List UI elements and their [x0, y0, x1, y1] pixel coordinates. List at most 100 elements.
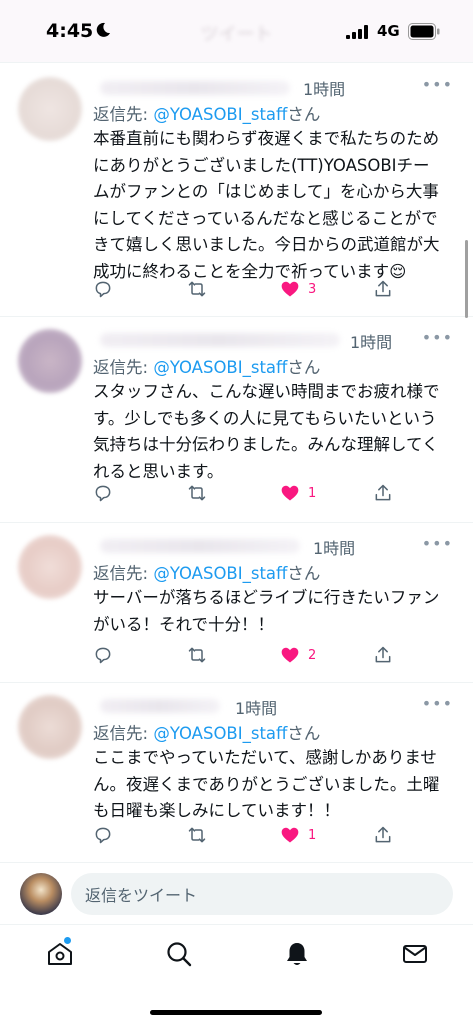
retweet-icon: [188, 281, 206, 297]
tab-home[interactable]: [46, 937, 74, 968]
heart-filled-icon: [281, 485, 299, 501]
like-count: 2: [308, 647, 317, 663]
reply-button[interactable]: [93, 645, 113, 665]
reply-text: スタッフさん、こんな遅い時間までお疲れ様で す。少しでも多くの人に見てもらいたい…: [93, 379, 455, 485]
reply-button[interactable]: [93, 279, 113, 299]
tab-search[interactable]: [165, 940, 193, 968]
reply-to-suffix: さん: [287, 564, 321, 583]
tab-notifications[interactable]: [283, 940, 311, 968]
share-button[interactable]: [373, 279, 393, 299]
action-bar: 2: [93, 645, 393, 669]
reply-to-handle[interactable]: @YOASOBI_staff: [153, 358, 287, 377]
reply-icon: [95, 485, 111, 502]
text-line: れると思います。: [93, 461, 224, 481]
text-line: 気持ちは十分伝わりました。みんな理解してく: [93, 435, 439, 454]
reply-button[interactable]: [93, 483, 113, 503]
reply-to-prefix: 返信先:: [93, 358, 154, 377]
share-icon: [375, 484, 391, 501]
text-line: サーバーが落ちるほどライブに行きたいファン: [93, 588, 440, 607]
share-button[interactable]: [373, 483, 393, 503]
reply-item[interactable]: 1時間 ••• 返信先: @YOASOBI_staffさん 本番直前にも関わらず…: [0, 62, 473, 316]
tab-bar: [0, 924, 473, 1024]
reply-to-suffix: さん: [287, 105, 321, 124]
reply-button[interactable]: [93, 825, 113, 845]
text-line: スタッフさん、こんな遅い時間までお疲れ様で: [93, 382, 440, 401]
reply-to-prefix: 返信先:: [93, 564, 154, 583]
more-icon[interactable]: •••: [422, 328, 453, 347]
display-name-redacted: [100, 81, 290, 95]
reply-list: 1時間 ••• 返信先: @YOASOBI_staffさん 本番直前にも関わらず…: [0, 62, 473, 862]
reply-input[interactable]: 返信をツイート: [71, 873, 453, 915]
retweet-button[interactable]: [187, 279, 207, 299]
avatar[interactable]: [18, 695, 82, 759]
reply-item[interactable]: 1時間 ••• 返信先: @YOASOBI_staffさん スタッフさん、こんな…: [0, 316, 473, 522]
text-line: も日曜も楽しみにしています！！: [93, 801, 341, 820]
share-button[interactable]: [373, 825, 393, 845]
reply-text: 本番直前にも関わらず夜遅くまで私たちのため にありがとうございました(TT)YO…: [93, 126, 455, 285]
moon-icon: [96, 22, 110, 37]
text-line: す。少しでも多くの人に見てもらいたいという: [93, 408, 437, 428]
text-line: にしてくださっているんだなと感じることがで: [93, 208, 438, 228]
reply-item[interactable]: 1時間 ••• 返信先: @YOASOBI_staffさん ここまでやっていただ…: [0, 682, 473, 862]
display-name-redacted: [100, 333, 340, 347]
home-indicator[interactable]: [150, 1010, 322, 1015]
reply-time: 1時間: [235, 699, 278, 718]
reply-to: 返信先: @YOASOBI_staffさん: [93, 101, 320, 125]
retweet-icon: [188, 827, 206, 843]
reply-icon: [95, 827, 111, 844]
reply-text: ここまでやっていただいて、感謝しかありませ ん。夜遅くまでありがとうございました…: [93, 745, 455, 825]
share-icon: [375, 646, 391, 663]
retweet-icon: [188, 485, 206, 501]
like-count: 1: [308, 827, 317, 843]
reply-to: 返信先: @YOASOBI_staffさん: [93, 720, 320, 744]
retweet-icon: [188, 647, 206, 663]
reply-to-handle[interactable]: @YOASOBI_staff: [153, 724, 287, 743]
reply-item[interactable]: 1時間 ••• 返信先: @YOASOBI_staffさん サーバーが落ちるほど…: [0, 522, 473, 682]
text-line: ムがファンとの「はじめまして」を心から大事: [93, 182, 439, 201]
reply-time: 1時間: [350, 333, 393, 352]
avatar[interactable]: [18, 77, 82, 141]
like-count: 1: [308, 485, 317, 501]
text-line: ん。夜遅くまでありがとうございました。土曜: [93, 774, 440, 794]
display-name-redacted: [100, 539, 300, 553]
avatar[interactable]: [18, 535, 82, 599]
reply-time: 1時間: [303, 80, 346, 99]
reply-to-suffix: さん: [287, 358, 321, 377]
bell-icon: [287, 943, 307, 965]
text-line: 本番直前にも関わらず夜遅くまで私たちのため: [93, 129, 440, 148]
share-button[interactable]: [373, 645, 393, 665]
retweet-button[interactable]: [187, 483, 207, 503]
share-icon: [375, 826, 391, 843]
mail-icon: [403, 945, 427, 963]
reply-to: 返信先: @YOASOBI_staffさん: [93, 354, 320, 378]
retweet-button[interactable]: [187, 645, 207, 665]
battery-icon: [408, 23, 440, 40]
reply-composer: 返信をツイート: [0, 862, 473, 924]
heart-filled-icon: [281, 647, 299, 663]
text-line: がいる！それで十分！！: [93, 614, 275, 634]
text-line: ここまでやっていただいて、感謝しかありませ: [93, 748, 437, 767]
like-button[interactable]: 3: [280, 279, 316, 299]
my-avatar[interactable]: [20, 873, 62, 915]
like-button[interactable]: 1: [280, 825, 316, 845]
reply-icon: [95, 281, 111, 298]
action-bar: 1: [93, 825, 393, 849]
like-button[interactable]: 1: [280, 483, 316, 503]
reply-to-handle[interactable]: @YOASOBI_staff: [153, 564, 287, 583]
status-time: 4:45: [46, 20, 94, 42]
reply-icon: [95, 647, 111, 664]
scrollbar[interactable]: [465, 240, 468, 318]
like-button[interactable]: 2: [280, 645, 316, 665]
reply-to-prefix: 返信先:: [93, 105, 154, 124]
reply-time: 1時間: [313, 539, 356, 558]
like-count: 3: [308, 281, 317, 297]
avatar[interactable]: [18, 329, 82, 393]
more-icon[interactable]: •••: [422, 75, 453, 94]
retweet-button[interactable]: [187, 825, 207, 845]
tab-messages[interactable]: [401, 940, 429, 968]
reply-to: 返信先: @YOASOBI_staffさん: [93, 560, 320, 584]
more-icon[interactable]: •••: [422, 694, 453, 713]
more-icon[interactable]: •••: [422, 534, 453, 553]
signal-icon: [346, 25, 368, 39]
reply-to-handle[interactable]: @YOASOBI_staff: [153, 105, 287, 124]
